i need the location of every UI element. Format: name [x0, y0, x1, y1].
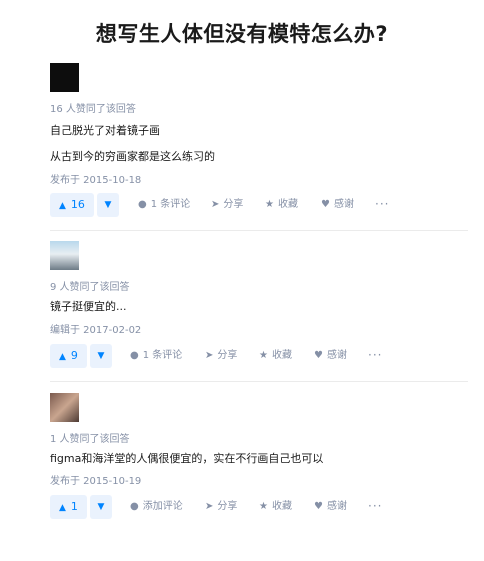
avatar[interactable] [50, 63, 79, 92]
star-icon: ★ [259, 501, 268, 512]
share-button[interactable]: ➤ 分享 [205, 344, 237, 368]
collect-button[interactable]: ★ 收藏 [265, 193, 298, 217]
votes-summary: 16 人赞同了该回答 [50, 104, 136, 115]
star-icon: ★ [265, 199, 274, 210]
comment-button[interactable]: ● 1 条评论 [130, 344, 182, 368]
share-button[interactable]: ➤ 分享 [211, 193, 243, 217]
avatar[interactable] [50, 241, 79, 270]
answer-text-line: 镜子挺便宜的... [50, 300, 127, 313]
answer-text-line: 自己脱光了对着镜子画 [50, 124, 160, 137]
comment-label: 1 条评论 [142, 350, 183, 361]
answer-text-line: figma和海洋堂的人偶很便宜的，实在不行画自己也可以 [50, 452, 324, 465]
triangle-up-icon: ▲ [59, 503, 66, 513]
page-title: 想写生人体但没有模特怎么办? [95, 22, 389, 46]
avatar[interactable] [50, 393, 79, 422]
collect-label: 收藏 [271, 501, 292, 512]
share-label: 分享 [223, 199, 244, 210]
thanks-label: 感谢 [326, 501, 347, 512]
ellipsis-icon: ··· [368, 348, 383, 362]
thanks-button[interactable]: ♥ 感谢 [314, 495, 347, 519]
heart-icon: ♥ [321, 199, 330, 210]
ellipsis-icon: ··· [368, 499, 383, 513]
share-label: 分享 [217, 501, 238, 512]
action-bar: ▲ 9 ▼ ● 1 条评论 ➤ 分享 ★ 收藏 ♥ 感谢 ··· [50, 344, 450, 368]
share-button[interactable]: ➤ 分享 [205, 495, 237, 519]
triangle-up-icon: ▲ [59, 201, 66, 211]
more-button[interactable]: ··· [375, 193, 389, 217]
divider [50, 381, 468, 382]
upvote-count: 16 [70, 198, 85, 211]
triangle-down-icon: ▼ [104, 200, 112, 210]
comment-bubble-icon: ● [130, 501, 139, 512]
answer-date[interactable]: 发布于 2015-10-19 [50, 472, 141, 487]
upvote-count: 9 [70, 349, 78, 362]
more-button[interactable]: ··· [368, 344, 382, 368]
downvote-button[interactable]: ▼ [97, 193, 119, 217]
more-button[interactable]: ··· [368, 495, 382, 519]
upvote-button[interactable]: ▲ 16 [50, 193, 94, 217]
share-label: 分享 [217, 350, 238, 361]
collect-label: 收藏 [271, 350, 292, 361]
collect-button[interactable]: ★ 收藏 [259, 344, 292, 368]
heart-icon: ♥ [314, 350, 323, 361]
answer-date[interactable]: 发布于 2015-10-18 [50, 171, 141, 186]
thanks-label: 感谢 [326, 350, 347, 361]
upvote-button[interactable]: ▲ 1 [50, 495, 87, 519]
downvote-button[interactable]: ▼ [90, 344, 112, 368]
thanks-label: 感谢 [333, 199, 354, 210]
collect-button[interactable]: ★ 收藏 [259, 495, 292, 519]
answer-text-line: 从古到今的穷画家都是这么练习的 [50, 150, 215, 163]
action-bar: ▲ 16 ▼ ● 1 条评论 ➤ 分享 ★ 收藏 ♥ 感谢 ··· [50, 193, 450, 217]
thanks-button[interactable]: ♥ 感谢 [314, 344, 347, 368]
heart-icon: ♥ [314, 501, 323, 512]
upvote-count: 1 [70, 500, 78, 513]
triangle-down-icon: ▼ [97, 502, 105, 512]
comment-bubble-icon: ● [130, 350, 139, 361]
action-bar: ▲ 1 ▼ ● 添加评论 ➤ 分享 ★ 收藏 ♥ 感谢 ··· [50, 495, 450, 519]
paper-plane-icon: ➤ [205, 501, 214, 512]
comment-button[interactable]: ● 1 条评论 [138, 193, 190, 217]
thanks-button[interactable]: ♥ 感谢 [321, 193, 354, 217]
downvote-button[interactable]: ▼ [90, 495, 112, 519]
comment-bubble-icon: ● [138, 199, 147, 210]
paper-plane-icon: ➤ [205, 350, 214, 361]
answer-date[interactable]: 编辑于 2017-02-02 [50, 321, 141, 336]
paper-plane-icon: ➤ [211, 199, 220, 210]
collect-label: 收藏 [277, 199, 298, 210]
comment-button[interactable]: ● 添加评论 [130, 495, 183, 519]
votes-summary: 1 人赞同了该回答 [50, 434, 130, 445]
triangle-up-icon: ▲ [59, 352, 66, 362]
upvote-button[interactable]: ▲ 9 [50, 344, 87, 368]
comment-label: 添加评论 [142, 501, 183, 512]
comment-label: 1 条评论 [150, 199, 191, 210]
votes-summary: 9 人赞同了该回答 [50, 282, 130, 293]
star-icon: ★ [259, 350, 268, 361]
ellipsis-icon: ··· [375, 197, 390, 211]
triangle-down-icon: ▼ [97, 351, 105, 361]
divider [50, 230, 468, 231]
